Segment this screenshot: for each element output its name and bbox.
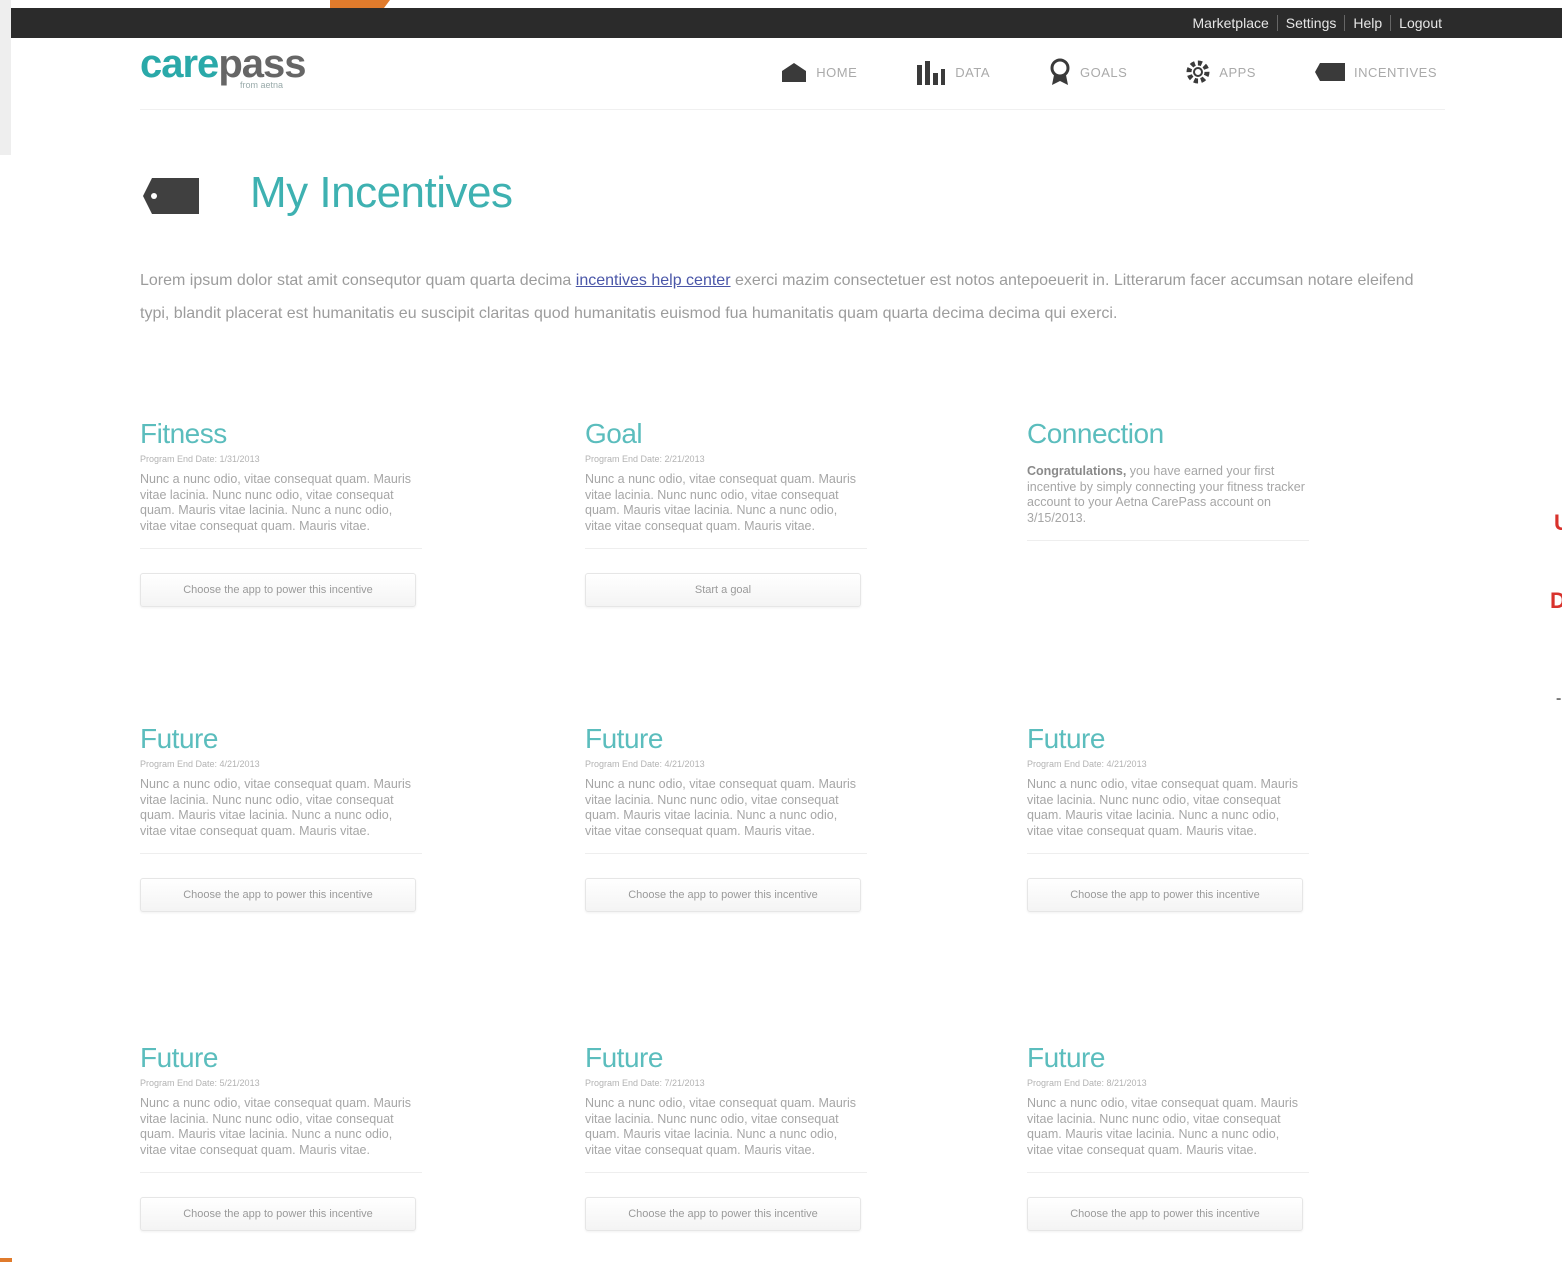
page-edge bbox=[0, 0, 11, 155]
intro-text-start: Lorem ipsum dolor stat amit consequtor q… bbox=[140, 272, 576, 289]
card-title: Fitness bbox=[140, 418, 227, 449]
nav-goals-label: GOALS bbox=[1080, 64, 1128, 80]
card-body: Nunc a nunc odio, vitae consequat quam. … bbox=[585, 472, 867, 549]
card-date: Program End Date: 2/21/2013 bbox=[585, 454, 705, 464]
site-header: carepass from aetna HOME DATA GOALS APPS… bbox=[140, 38, 1445, 110]
choose-app-button[interactable]: Choose the app to power this incentive bbox=[585, 1197, 861, 1231]
incentive-card-future: Future Program End Date: 5/21/2013 Nunc … bbox=[140, 1042, 422, 1231]
cropped-edge-dash: - bbox=[1556, 690, 1562, 707]
help-link[interactable]: Help bbox=[1344, 15, 1390, 31]
utility-links: Marketplace Settings Help Logout bbox=[1185, 8, 1450, 38]
cropped-edge-letter: U bbox=[1554, 510, 1562, 535]
page-title: My Incentives bbox=[250, 168, 513, 217]
gear-icon bbox=[1186, 60, 1210, 84]
incentive-card-fitness: Fitness Program End Date: 1/31/2013 Nunc… bbox=[140, 418, 422, 607]
card-body: Nunc a nunc odio, vitae consequat quam. … bbox=[140, 472, 422, 549]
nav-incentives[interactable]: INCENTIVES bbox=[1314, 58, 1437, 86]
card-date: Program End Date: 4/21/2013 bbox=[140, 759, 260, 769]
card-body: Nunc a nunc odio, vitae consequat quam. … bbox=[1027, 1096, 1309, 1173]
main-nav: HOME DATA GOALS APPS INCENTIVES bbox=[722, 58, 1437, 86]
tag-icon bbox=[1314, 63, 1345, 81]
incentives-help-center-link[interactable]: incentives help center bbox=[576, 272, 731, 289]
choose-app-button[interactable]: Choose the app to power this incentive bbox=[1027, 878, 1303, 912]
choose-app-button[interactable]: Choose the app to power this incentive bbox=[140, 878, 416, 912]
incentive-card-future: Future Program End Date: 4/21/2013 Nunc … bbox=[140, 723, 422, 912]
choose-app-button[interactable]: Choose the app to power this incentive bbox=[1027, 1197, 1303, 1231]
ribbon-award-icon bbox=[1050, 58, 1070, 85]
nav-data-label: DATA bbox=[955, 64, 990, 80]
incentive-card-future: Future Program End Date: 4/21/2013 Nunc … bbox=[1027, 723, 1309, 912]
card-date: Program End Date: 4/21/2013 bbox=[1027, 759, 1147, 769]
nav-apps-label: APPS bbox=[1219, 64, 1256, 80]
cropped-orange-mark bbox=[0, 1258, 12, 1262]
card-date: Program End Date: 5/21/2013 bbox=[140, 1078, 260, 1088]
congrats-text: Congratulations, bbox=[1027, 464, 1127, 478]
incentive-card-future: Future Program End Date: 8/21/2013 Nunc … bbox=[1027, 1042, 1309, 1231]
card-title: Goal bbox=[585, 418, 643, 449]
card-body: Nunc a nunc odio, vitae consequat quam. … bbox=[585, 777, 867, 854]
card-body: Nunc a nunc odio, vitae consequat quam. … bbox=[140, 777, 422, 854]
card-title: Future bbox=[1027, 1042, 1105, 1073]
marketplace-link[interactable]: Marketplace bbox=[1185, 15, 1277, 31]
bar-chart-icon bbox=[917, 61, 946, 85]
card-body: Nunc a nunc odio, vitae consequat quam. … bbox=[1027, 777, 1309, 854]
card-body: Nunc a nunc odio, vitae consequat quam. … bbox=[585, 1096, 867, 1173]
intro-paragraph: Lorem ipsum dolor stat amit consequtor q… bbox=[140, 264, 1430, 330]
card-title: Future bbox=[140, 723, 218, 754]
nav-goals[interactable]: GOALS bbox=[1048, 58, 1127, 86]
card-title: Future bbox=[585, 1042, 663, 1073]
card-title: Future bbox=[140, 1042, 218, 1073]
incentive-card-future: Future Program End Date: 4/21/2013 Nunc … bbox=[585, 723, 867, 912]
home-icon bbox=[782, 63, 807, 82]
card-date: Program End Date: 8/21/2013 bbox=[1027, 1078, 1147, 1088]
cropped-orange-mark bbox=[330, 0, 390, 8]
tag-icon bbox=[143, 178, 199, 214]
card-date: Program End Date: 4/21/2013 bbox=[585, 759, 705, 769]
card-body: Congratulations, you have earned your fi… bbox=[1027, 464, 1309, 541]
nav-home[interactable]: HOME bbox=[780, 58, 857, 86]
card-title: Connection bbox=[1027, 418, 1164, 449]
choose-app-button[interactable]: Choose the app to power this incentive bbox=[585, 878, 861, 912]
card-title: Future bbox=[585, 723, 663, 754]
card-date: Program End Date: 1/31/2013 bbox=[140, 454, 260, 464]
incentive-card-future: Future Program End Date: 7/21/2013 Nunc … bbox=[585, 1042, 867, 1231]
incentive-card-goal: Goal Program End Date: 2/21/2013 Nunc a … bbox=[585, 418, 867, 607]
cropped-edge-letter: D bbox=[1550, 588, 1562, 613]
card-body: Nunc a nunc odio, vitae consequat quam. … bbox=[140, 1096, 422, 1173]
logo-care: care bbox=[140, 42, 219, 86]
logout-link[interactable]: Logout bbox=[1390, 15, 1450, 31]
choose-app-button[interactable]: Choose the app to power this incentive bbox=[140, 573, 416, 607]
logo-subtitle: from aetna bbox=[240, 80, 284, 90]
choose-app-button[interactable]: Choose the app to power this incentive bbox=[140, 1197, 416, 1231]
incentive-card-connection: Connection Congratulations, you have ear… bbox=[1027, 418, 1309, 541]
nav-data[interactable]: DATA bbox=[915, 58, 990, 86]
card-title: Future bbox=[1027, 723, 1105, 754]
settings-link[interactable]: Settings bbox=[1276, 15, 1345, 31]
utility-bar: Marketplace Settings Help Logout bbox=[11, 8, 1562, 38]
card-date: Program End Date: 7/21/2013 bbox=[585, 1078, 705, 1088]
nav-apps[interactable]: APPS bbox=[1185, 58, 1256, 86]
start-goal-button[interactable]: Start a goal bbox=[585, 573, 861, 607]
nav-home-label: HOME bbox=[816, 64, 858, 80]
nav-incentives-label: INCENTIVES bbox=[1353, 64, 1437, 80]
